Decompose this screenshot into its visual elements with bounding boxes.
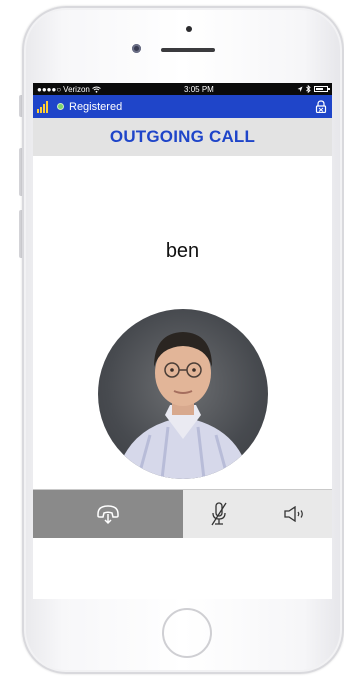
- end-call-button[interactable]: [33, 490, 183, 538]
- lock-icon[interactable]: [314, 100, 328, 114]
- battery-icon: [314, 86, 330, 92]
- speaker-icon: [284, 506, 303, 522]
- hangup-icon: [97, 505, 119, 525]
- call-controls: [33, 489, 332, 538]
- location-arrow-icon: [297, 86, 303, 92]
- front-camera: [132, 44, 141, 53]
- contact-name: ben: [165, 240, 200, 262]
- speaker-button[interactable]: [283, 506, 305, 522]
- registration-status-dot: [57, 103, 64, 110]
- phone-screen: ●●●●○ Verizon 3:05 PM Registered OUTGOIN…: [33, 83, 332, 599]
- clock: 3:05 PM: [184, 84, 214, 94]
- ios-status-bar: ●●●●○ Verizon 3:05 PM: [33, 83, 332, 95]
- wifi-icon: [92, 86, 101, 93]
- earpiece-speaker: [161, 48, 215, 52]
- registration-status-text: Registered: [69, 100, 123, 113]
- mute-button[interactable]: [210, 501, 228, 527]
- proximity-sensor: [186, 26, 192, 32]
- home-button[interactable]: [162, 608, 212, 658]
- call-state-title: OUTGOING CALL: [33, 118, 332, 156]
- call-content: ben: [33, 156, 332, 538]
- carrier-name: Verizon: [63, 84, 90, 94]
- app-header: Registered: [33, 95, 332, 118]
- mic-muted-icon: [211, 502, 227, 526]
- contact-avatar: [98, 309, 268, 479]
- cell-signal-dots: ●●●●○: [37, 84, 62, 94]
- signal-strength-icon: [37, 100, 48, 113]
- bluetooth-icon: [306, 85, 311, 93]
